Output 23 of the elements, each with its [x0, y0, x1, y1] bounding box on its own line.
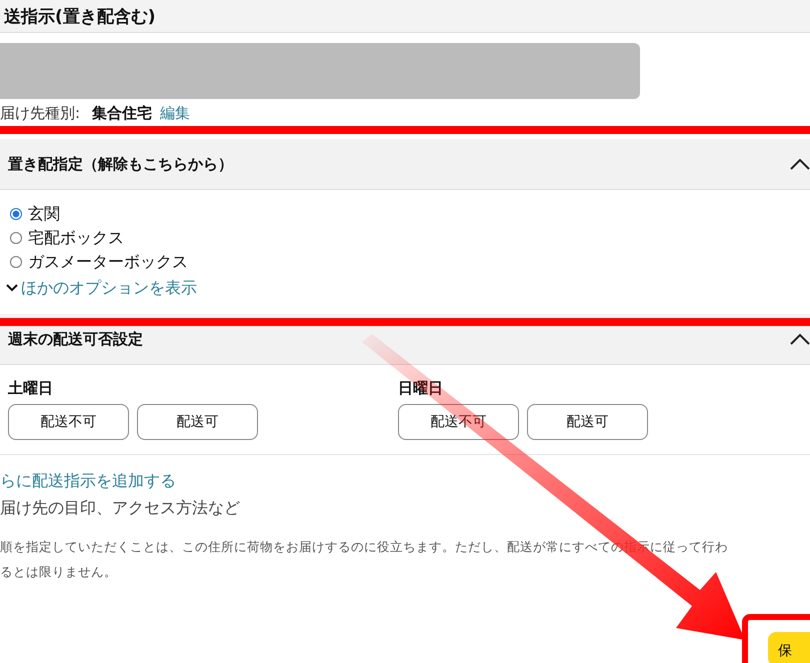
day-label: 土曜日	[8, 379, 54, 398]
day-label: 日曜日	[398, 379, 444, 398]
option-button[interactable]: 配送可	[137, 404, 258, 440]
section-title: 週末の配送可否設定	[8, 330, 143, 348]
add-instructions-link[interactable]: らに配送指示を追加する	[0, 471, 810, 492]
option-button[interactable]: 配送不可	[8, 404, 129, 440]
chevron-icon[interactable]	[790, 333, 810, 345]
add-hint: 届け先の目印、アクセス方法など	[0, 498, 241, 519]
radio-option[interactable]: 玄関	[10, 202, 810, 226]
type-value: 集合住宅	[92, 104, 152, 122]
section-title: 置き配指定（解除もこちらから）	[8, 154, 233, 174]
radio-option[interactable]: ガスメーターボックス	[10, 250, 810, 274]
edit-link[interactable]: 編集	[160, 104, 190, 122]
section-header[interactable]: 置き配指定（解除もこちらから）	[0, 139, 810, 190]
type-label: 届け先種別:	[0, 104, 80, 122]
radio-option[interactable]: 宅配ボックス	[10, 226, 810, 250]
option-button[interactable]: 配送可	[527, 404, 648, 440]
note-text: るとは限りません。	[0, 564, 118, 581]
save-button[interactable]: 保	[768, 632, 810, 663]
more-options-link[interactable]: ほかのオプションを表示	[6, 274, 810, 302]
chevron-icon[interactable]	[790, 158, 810, 170]
page-title: 送指示(置き配含む)	[4, 6, 156, 28]
chevron-down-icon	[6, 284, 18, 292]
